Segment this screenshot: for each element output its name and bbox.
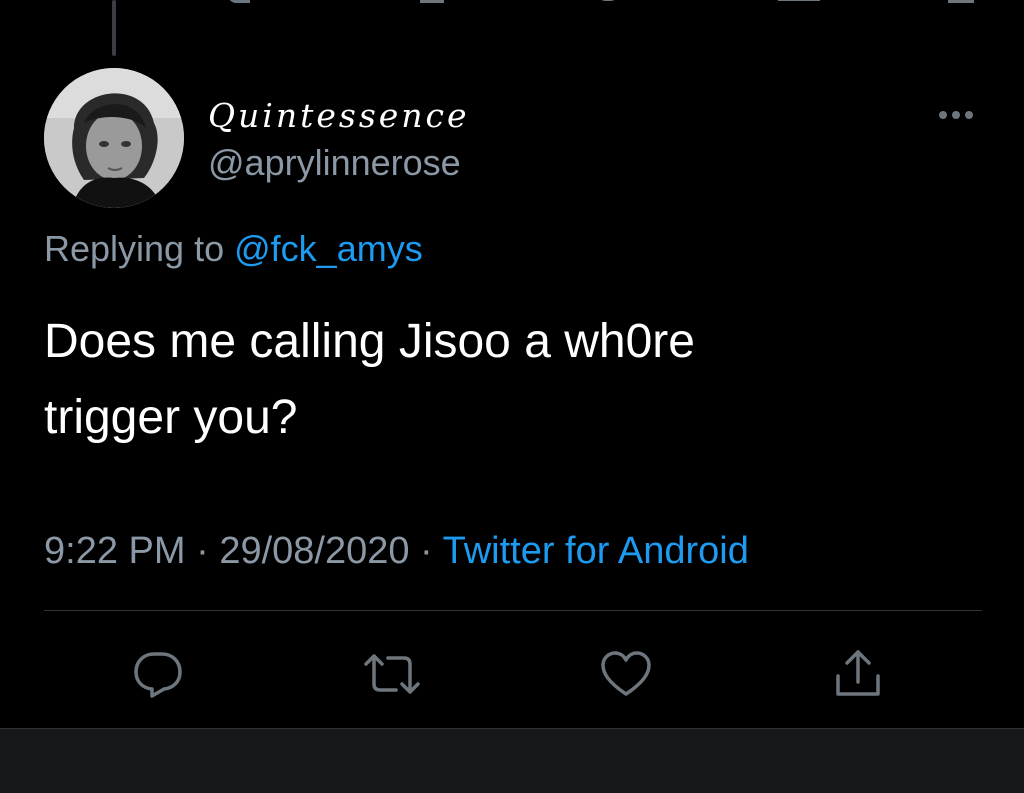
bottom-bar: [0, 728, 1024, 793]
tweet-time: 9:22 PM: [44, 530, 186, 572]
share-button[interactable]: [826, 642, 890, 706]
tweet-source-link[interactable]: Twitter for Android: [443, 530, 749, 572]
retweet-icon: [364, 654, 420, 694]
retweet-button[interactable]: [360, 642, 424, 706]
more-dot-icon: [939, 111, 947, 119]
tweet-date: 29/08/2020: [219, 530, 410, 572]
avatar-photo: [44, 68, 184, 208]
tweet-text: Does me calling Jisoo a wh0re trigger yo…: [44, 304, 944, 456]
divider: [44, 610, 982, 611]
like-icon: [601, 651, 651, 696]
like-button[interactable]: [594, 642, 658, 706]
thread-connector-line: [112, 0, 116, 56]
replying-to-prefix: Replying to: [44, 228, 225, 269]
reply-button[interactable]: [126, 642, 190, 706]
avatar[interactable]: [44, 68, 184, 208]
previous-tweet-actions: [0, 0, 1024, 8]
tweet-text-line: Does me calling Jisoo a wh0re: [44, 315, 695, 368]
user-handle[interactable]: @aprylinnerose: [208, 142, 461, 184]
share-icon: [836, 650, 880, 696]
reply-icon: [134, 652, 182, 698]
tweet-metadata: 9:22 PM · 29/08/2020 · Twitter for Andro…: [44, 530, 749, 573]
more-dot-icon: [965, 111, 973, 119]
meta-separator: ·: [185, 530, 220, 572]
display-name[interactable]: Quintessence: [208, 96, 470, 135]
replying-to-link[interactable]: @fck_amys: [234, 228, 423, 269]
replying-to-line: Replying to @fck_amys: [44, 228, 423, 270]
more-dot-icon: [952, 111, 960, 119]
more-options-button[interactable]: [932, 100, 980, 130]
tweet-text-line: trigger you?: [44, 391, 298, 444]
meta-separator: ·: [409, 530, 443, 572]
